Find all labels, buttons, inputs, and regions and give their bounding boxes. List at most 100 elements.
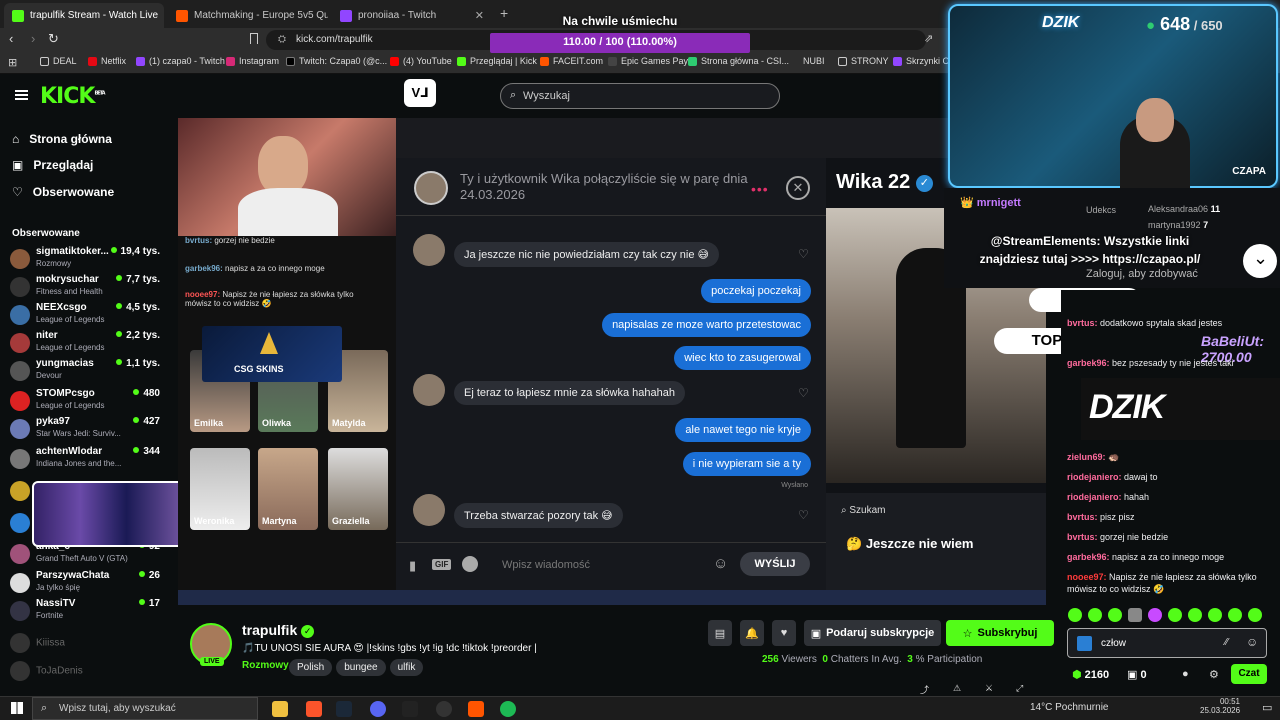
nav-home[interactable]: ⌂ Strona główna <box>12 132 112 146</box>
close-icon[interactable]: ✕ <box>475 9 484 22</box>
channel-points[interactable]: ⬢ 2160 <box>1072 668 1109 681</box>
share-icon[interactable]: ⇗ <box>924 32 933 45</box>
spotify-icon[interactable] <box>500 701 516 717</box>
send-button[interactable]: WYŚLIJ <box>740 552 810 576</box>
heart-icon[interactable]: ♥ <box>772 620 796 646</box>
followed-channel[interactable]: NassiTV Fortnite 17 <box>10 598 162 626</box>
emote-icon[interactable] <box>1088 608 1102 622</box>
discord-icon[interactable] <box>370 701 386 717</box>
channel-name[interactable]: trapulfik ✓ <box>242 622 315 638</box>
back-icon[interactable]: ‹ <box>9 31 13 46</box>
emote-icon[interactable] <box>1108 608 1122 622</box>
bookmark-item[interactable]: NUBI <box>803 56 825 66</box>
followed-channel[interactable]: STOMPcsgo League of Legends 480 <box>10 388 162 416</box>
browser-tab-active[interactable]: trapulfik Stream - Watch Live ✕ <box>4 3 164 28</box>
chat-send-button[interactable]: Czat <box>1231 664 1267 684</box>
offline-channel[interactable]: Kiiissa <box>10 633 65 653</box>
bookmark-item[interactable]: Przeglądaj | Kick <box>457 56 537 66</box>
obs-icon[interactable] <box>436 701 452 717</box>
subscribe-button[interactable]: ☆ Subskrybuj <box>946 620 1054 646</box>
weather-widget[interactable]: 14°C Pochmurnie <box>1030 702 1108 713</box>
clock[interactable]: 00:51 25.03.2026 <box>1200 697 1240 715</box>
chat-input[interactable]: człow ⁄⁄ ☺ <box>1067 628 1267 658</box>
site-info-icon[interactable]: ⛭ <box>278 30 286 50</box>
video-player[interactable]: bvrtus: gorzej nie bedzie garbek96: napi… <box>178 118 1046 605</box>
tag[interactable]: Polish <box>289 659 333 676</box>
gift-subscription-button[interactable]: ▣ Podaruj subskrypcje <box>804 620 941 646</box>
image-icon[interactable]: ▮ <box>409 558 416 574</box>
category-link[interactable]: Rozmowy <box>242 660 289 671</box>
faceit-icon[interactable] <box>468 701 484 717</box>
emote-icon[interactable] <box>1248 608 1262 622</box>
gear-icon[interactable]: ⚙ <box>1209 668 1219 681</box>
nav-browse[interactable]: ▣ Przeglądaj <box>12 158 93 172</box>
forward-icon[interactable]: › <box>31 31 35 46</box>
clip-button[interactable]: ▤ <box>708 620 732 646</box>
bookmark-item[interactable]: DEAL <box>40 56 77 66</box>
emote-icon[interactable] <box>1128 608 1142 622</box>
like-icon[interactable]: ♡ <box>798 508 809 522</box>
gift-points[interactable]: ▣ 0 <box>1127 668 1147 681</box>
file-explorer-icon[interactable] <box>272 701 288 717</box>
command-icon[interactable]: ⁄⁄ <box>1225 637 1228 648</box>
chevron-down-icon[interactable]: ⌄ <box>1243 244 1277 278</box>
emote-icon[interactable] <box>1168 608 1182 622</box>
followed-channel[interactable]: pyka97 Star Wars Jedi: Surviv... 427 <box>10 416 162 444</box>
bookmark-item[interactable]: Strona główna - CSI... <box>688 56 789 66</box>
windows-start-icon[interactable] <box>11 702 23 714</box>
followed-channel[interactable]: niter League of Legends 2,2 tys. <box>10 330 162 358</box>
like-icon[interactable]: ♡ <box>798 247 809 261</box>
bookmark-item[interactable]: STRONY <box>838 56 889 66</box>
followed-channel[interactable]: achtenWlodar Indiana Jones and the... 344 <box>10 446 162 474</box>
notifications-icon[interactable]: ▭ <box>1262 701 1272 714</box>
emoji-icon[interactable]: ☺ <box>1246 635 1258 649</box>
emote-icon[interactable] <box>1068 608 1082 622</box>
tag[interactable]: bungee <box>336 659 386 676</box>
browser-tab[interactable]: Matchmaking - Europe 5v5 Queue - ✕ <box>168 3 328 28</box>
bookmark-icon[interactable] <box>250 33 258 44</box>
emote-icon[interactable] <box>1148 608 1162 622</box>
followed-channel[interactable]: ParszywaChata Ja tylko śpię 26 <box>10 570 162 598</box>
followed-channel[interactable]: sigmatiktoker... Rozmowy 19,4 tys. <box>10 246 162 274</box>
brave-icon[interactable] <box>306 701 322 717</box>
app-badge-icon[interactable]: V⅃ <box>404 79 436 107</box>
apps-icon[interactable]: ⊞ <box>8 56 17 69</box>
tag[interactable]: ulfik <box>389 659 424 676</box>
bookmark-item[interactable]: Epic Games Pay <box>608 56 688 66</box>
stream-preview-popup[interactable] <box>32 481 190 547</box>
followed-channel[interactable]: mokrysuchar Fitness and Health 7,7 tys. <box>10 274 162 302</box>
new-tab-button[interactable]: + <box>500 5 508 21</box>
offline-channel[interactable]: ToJaDenis <box>10 661 83 681</box>
like-icon[interactable]: ♡ <box>798 386 809 400</box>
bookmark-item[interactable]: (4) YouTube <box>390 56 452 66</box>
search-input[interactable]: ⌕ Wyszukaj <box>500 83 780 109</box>
expand-icon[interactable]: ⤢ <box>1016 683 1023 694</box>
followed-channel[interactable]: NEEXcsgo League of Legends 4,5 tys. <box>10 302 162 330</box>
bookmark-item[interactable]: Instagram <box>226 56 279 66</box>
taskbar-search[interactable]: ⌕ Wpisz tutaj, aby wyszukać <box>32 697 258 720</box>
emote-icon[interactable] <box>1228 608 1242 622</box>
gif-icon[interactable]: GIF <box>432 559 452 570</box>
share-icon[interactable]: ⤴ <box>920 683 929 696</box>
chat-bubble-icon[interactable]: ● <box>1182 668 1189 680</box>
browser-tab[interactable]: pronoiiaa - Twitch ✕ <box>332 3 492 28</box>
message-input[interactable]: Wpisz wiadomość <box>502 559 590 571</box>
followed-channel[interactable]: yungmacias Devour 1,1 tys. <box>10 358 162 386</box>
emote-icon[interactable] <box>1208 608 1222 622</box>
steam-icon[interactable] <box>336 701 352 717</box>
spotify-icon[interactable] <box>462 556 478 572</box>
epic-icon[interactable] <box>402 701 418 717</box>
menu-icon[interactable] <box>15 90 28 92</box>
sword-icon[interactable]: ⚔ <box>985 683 993 694</box>
bookmark-item[interactable]: Twitch: Czapa0 (@c... <box>286 56 387 66</box>
close-icon[interactable]: ✕ <box>786 176 810 200</box>
bell-icon[interactable]: 🔔 <box>740 620 764 646</box>
nav-following[interactable]: ♡ Obserwowane <box>12 185 114 199</box>
emoji-icon[interactable]: ☺ <box>713 555 728 572</box>
reload-icon[interactable]: ↻ <box>48 31 59 47</box>
more-icon[interactable]: ••• <box>751 181 769 197</box>
kick-logo[interactable]: KICKBETA <box>40 84 106 109</box>
bookmark-item[interactable]: Netflix <box>88 56 126 66</box>
emote-icon[interactable] <box>1188 608 1202 622</box>
bookmark-item[interactable]: (1) czapa0 - Twitch <box>136 56 225 66</box>
